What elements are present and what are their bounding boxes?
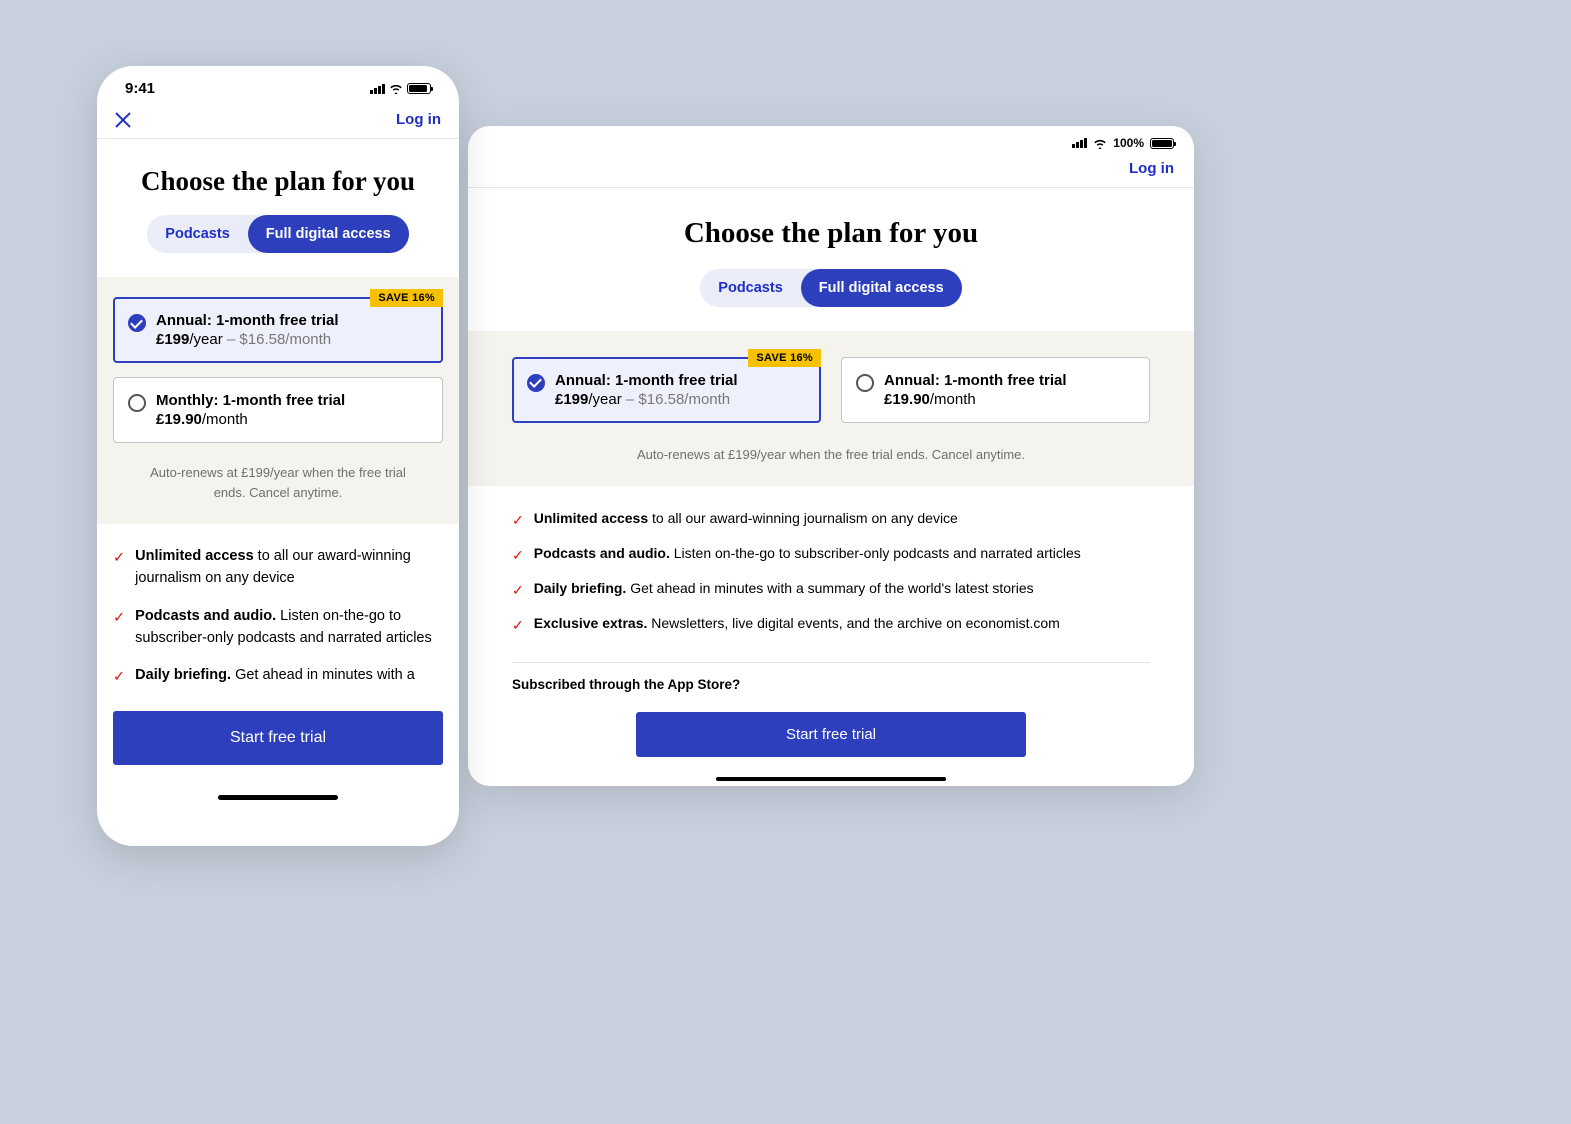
plan-card-monthly[interactable]: Monthly: 1-month free trial £19.90/month [113, 377, 443, 443]
status-icons [370, 83, 431, 94]
feature-item: ✓ Exclusive extras. Newsletters, live di… [512, 613, 1150, 636]
wifi-icon [1093, 138, 1107, 149]
status-time: 9:41 [125, 80, 155, 97]
check-icon: ✓ [113, 548, 125, 590]
radio-checked-icon [128, 314, 146, 332]
home-indicator [716, 777, 946, 781]
battery-percent: 100% [1113, 136, 1144, 150]
plan-card-annual[interactable]: SAVE 16% Annual: 1-month free trial £199… [113, 297, 443, 363]
status-bar: 9:41 [97, 66, 459, 103]
feature-item: ✓ Daily briefing. Get ahead in minutes w… [113, 665, 443, 689]
feature-item: ✓ Daily briefing. Get ahead in minutes w… [512, 578, 1150, 601]
features-list: ✓ Unlimited access to all our award-winn… [97, 524, 459, 689]
plan-card-secondary[interactable]: Annual: 1-month free trial £19.90/month [841, 357, 1150, 423]
nav-bar: Log in [468, 154, 1194, 188]
check-icon: ✓ [512, 510, 524, 531]
radio-empty-icon [856, 374, 874, 392]
check-icon: ✓ [512, 580, 524, 601]
renewal-note: Auto-renews at £199/year when the free t… [512, 439, 1150, 465]
page-title: Choose the plan for you [113, 165, 443, 197]
plan-annual-price: £199/year – $16.58/month [555, 391, 738, 408]
toggle-full-digital[interactable]: Full digital access [801, 269, 962, 307]
status-bar: 100% [468, 126, 1194, 154]
toggle-podcasts[interactable]: Podcasts [147, 215, 247, 253]
plan-monthly-title: Monthly: 1-month free trial [156, 392, 345, 409]
home-indicator [218, 795, 338, 800]
appstore-question[interactable]: Subscribed through the App Store? [468, 663, 1194, 692]
plan-annual-title: Annual: 1-month free trial [555, 372, 738, 389]
cta-footer: Start free trial [97, 705, 459, 785]
plan-secondary-title: Annual: 1-month free trial [884, 372, 1067, 389]
device-phone: 9:41 Log in Choose the plan for you Podc… [97, 66, 459, 846]
plans-section: SAVE 16% Annual: 1-month free trial £199… [468, 331, 1194, 487]
feature-item: ✓ Unlimited access to all our award-winn… [113, 546, 443, 590]
wifi-icon [389, 83, 403, 94]
radio-empty-icon [128, 394, 146, 412]
log-in-link[interactable]: Log in [1129, 160, 1174, 177]
feature-item: ✓ Podcasts and audio. Listen on-the-go t… [113, 606, 443, 650]
plan-toggle: Podcasts Full digital access [700, 269, 961, 307]
cellular-signal-icon [1072, 138, 1087, 148]
plan-annual-title: Annual: 1-month free trial [156, 312, 339, 329]
feature-item: ✓ Unlimited access to all our award-winn… [512, 508, 1150, 531]
cellular-signal-icon [370, 84, 385, 94]
check-icon: ✓ [512, 615, 524, 636]
start-trial-button[interactable]: Start free trial [113, 711, 443, 765]
cta-footer: Start free trial [468, 692, 1194, 771]
check-icon: ✓ [113, 667, 125, 689]
feature-item: ✓ Podcasts and audio. Listen on-the-go t… [512, 543, 1150, 566]
nav-bar: Log in [97, 103, 459, 139]
save-badge: SAVE 16% [370, 289, 443, 307]
start-trial-button[interactable]: Start free trial [636, 712, 1026, 757]
check-icon: ✓ [113, 608, 125, 650]
device-tablet: 100% Log in Choose the plan for you Podc… [468, 126, 1194, 786]
battery-icon [407, 83, 431, 94]
save-badge: SAVE 16% [748, 349, 821, 367]
log-in-link[interactable]: Log in [396, 111, 441, 128]
plan-annual-price: £199/year – $16.58/month [156, 331, 339, 348]
plan-card-annual[interactable]: SAVE 16% Annual: 1-month free trial £199… [512, 357, 821, 423]
plan-secondary-price: £19.90/month [884, 391, 1067, 408]
battery-icon [1150, 138, 1174, 149]
plan-toggle: Podcasts Full digital access [147, 215, 408, 253]
plans-section: SAVE 16% Annual: 1-month free trial £199… [97, 277, 459, 524]
check-icon: ✓ [512, 545, 524, 566]
features-list: ✓ Unlimited access to all our award-winn… [468, 486, 1194, 656]
renewal-note: Auto-renews at £199/year when the free t… [113, 457, 443, 502]
radio-checked-icon [527, 374, 545, 392]
toggle-full-digital[interactable]: Full digital access [248, 215, 409, 253]
plan-monthly-price: £19.90/month [156, 411, 345, 428]
toggle-podcasts[interactable]: Podcasts [700, 269, 800, 307]
close-icon[interactable] [115, 112, 131, 128]
page-title: Choose the plan for you [468, 216, 1194, 251]
